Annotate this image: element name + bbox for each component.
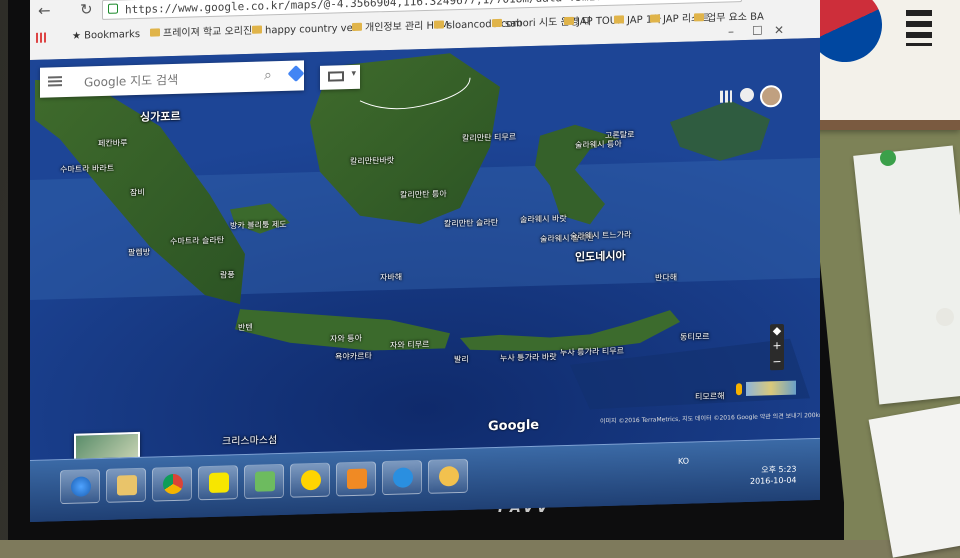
place-label[interactable]: 반다해 — [655, 272, 677, 284]
lock-icon — [108, 3, 118, 14]
taskbar-app[interactable] — [244, 463, 284, 500]
place-label[interactable]: 잠비 — [130, 187, 145, 198]
map-view-switcher[interactable] — [74, 431, 140, 461]
bookmark-item[interactable]: ★ Bookmarks — [72, 25, 140, 47]
app-icon — [255, 471, 275, 492]
close-icon[interactable]: ✕ — [774, 23, 784, 37]
place-label[interactable]: 크리스마스섬 — [222, 431, 277, 448]
clock[interactable]: 오후 5:23 2016-10-04 — [750, 464, 797, 487]
star-icon: ★ — [72, 30, 85, 42]
satellite-map[interactable]: ⌕ ▾ 싱가포르 인도네시아 크리스마스섬 페칸바루 수마트라 바라트 잠비 수… — [30, 37, 820, 461]
zoom-out-button[interactable]: − — [770, 355, 784, 369]
place-label[interactable]: 팔렘방 — [128, 247, 150, 259]
pegman-icon[interactable] — [736, 383, 742, 396]
place-label[interactable]: 인도네시아 — [575, 247, 626, 264]
taskbar-chrome[interactable] — [152, 466, 192, 502]
imagery-timeline[interactable] — [746, 380, 796, 397]
internet-explorer-icon — [393, 467, 413, 488]
kakaotalk-icon — [209, 472, 229, 494]
chrome-icon — [163, 473, 183, 495]
chevron-down-icon: ▾ — [351, 68, 356, 80]
place-label[interactable]: 술라웨시 바랏 — [520, 213, 567, 225]
folder-icon — [492, 18, 502, 28]
folder-icon — [117, 475, 137, 496]
push-pin — [936, 308, 954, 326]
place-label[interactable]: 수마트라 바라트 — [60, 163, 114, 176]
push-pin — [880, 150, 896, 166]
folder-icon — [352, 22, 362, 32]
place-label[interactable]: 누사 틍가라 티무르 — [560, 345, 624, 358]
google-apps-icon[interactable] — [720, 90, 732, 103]
folder-icon — [694, 13, 704, 22]
place-label[interactable]: 자와 티무르 — [390, 339, 429, 351]
folder-icon — [650, 14, 660, 23]
bookmark-item[interactable]: happy country ver — [252, 19, 357, 42]
monitor-screen: ← ↻ https://www.google.co.kr/maps/@-4.35… — [30, 0, 820, 523]
minimize-icon[interactable]: – — [728, 24, 734, 38]
place-label[interactable]: 동티모르 — [680, 331, 709, 343]
place-label[interactable]: 욕야카르타 — [335, 350, 372, 362]
place-label[interactable]: 누사 틍가라 바랏 — [500, 351, 557, 364]
trigram — [906, 10, 932, 46]
taskbar-app[interactable] — [428, 458, 468, 494]
taskbar-explorer[interactable] — [106, 467, 146, 503]
place-label[interactable]: 칼리만탄 틍아 — [400, 188, 447, 200]
bookmark-item[interactable]: 프레이져 학교 오리진 — [150, 22, 252, 45]
place-label[interactable]: 칼리만탄 슬라탄 — [444, 217, 498, 230]
app-icon — [439, 466, 459, 487]
smiley-icon — [301, 469, 321, 491]
taskbar-app[interactable] — [336, 461, 376, 497]
folder-icon — [614, 15, 624, 24]
map-type-toggle[interactable]: ▾ — [320, 64, 360, 90]
clock-date: 2016-10-04 — [750, 475, 797, 486]
folder-icon — [564, 16, 574, 26]
compass-icon[interactable]: ◆ — [770, 324, 784, 338]
place-label[interactable]: 티모르해 — [695, 391, 724, 403]
zoom-controls: ◆ + − — [770, 323, 784, 371]
google-logo: Google — [488, 417, 540, 435]
folder-icon — [150, 28, 160, 37]
place-label[interactable]: 반텐 — [238, 322, 253, 333]
folder-icon — [252, 25, 262, 34]
back-arrow-icon[interactable]: ← — [38, 1, 51, 19]
map-search-input[interactable] — [82, 67, 246, 93]
place-label[interactable]: 고론탈로 — [605, 129, 634, 141]
folder-icon — [434, 20, 444, 29]
windows-logo-icon — [71, 476, 91, 497]
maximize-icon[interactable]: ☐ — [752, 24, 763, 38]
start-button[interactable] — [60, 469, 100, 505]
place-label[interactable]: 수마트라 슬라탄 — [170, 235, 224, 248]
place-label[interactable]: 자바해 — [380, 272, 402, 284]
place-label[interactable]: 술라웨시 트느가라 — [570, 229, 631, 242]
place-label[interactable]: 자와 틍아 — [330, 333, 362, 345]
taskbar-internet-explorer[interactable] — [382, 460, 422, 496]
system-tray[interactable]: KO — [678, 457, 689, 466]
hamburger-menu-icon[interactable] — [48, 76, 62, 79]
search-icon[interactable]: ⌕ — [264, 67, 272, 83]
app-icon — [347, 468, 367, 490]
zoom-in-button[interactable]: + — [770, 339, 784, 353]
directions-icon[interactable] — [287, 65, 305, 83]
place-label[interactable]: 방카 블리퉁 제도 — [230, 219, 287, 232]
place-label[interactable]: 칼리만탄 티무르 — [462, 131, 516, 144]
place-label[interactable]: 발리 — [454, 354, 469, 365]
place-label[interactable]: 싱가포르 — [140, 108, 180, 125]
map-layer-icon — [328, 71, 344, 82]
refresh-icon[interactable]: ↻ — [80, 0, 93, 18]
place-label[interactable]: 람풍 — [220, 269, 235, 280]
taskbar-kakaotalk[interactable] — [198, 465, 238, 501]
taskbar-messenger[interactable] — [290, 462, 330, 498]
place-label[interactable]: 칼리만탄바랏 — [350, 155, 394, 167]
place-label[interactable]: 페칸바루 — [98, 137, 127, 149]
